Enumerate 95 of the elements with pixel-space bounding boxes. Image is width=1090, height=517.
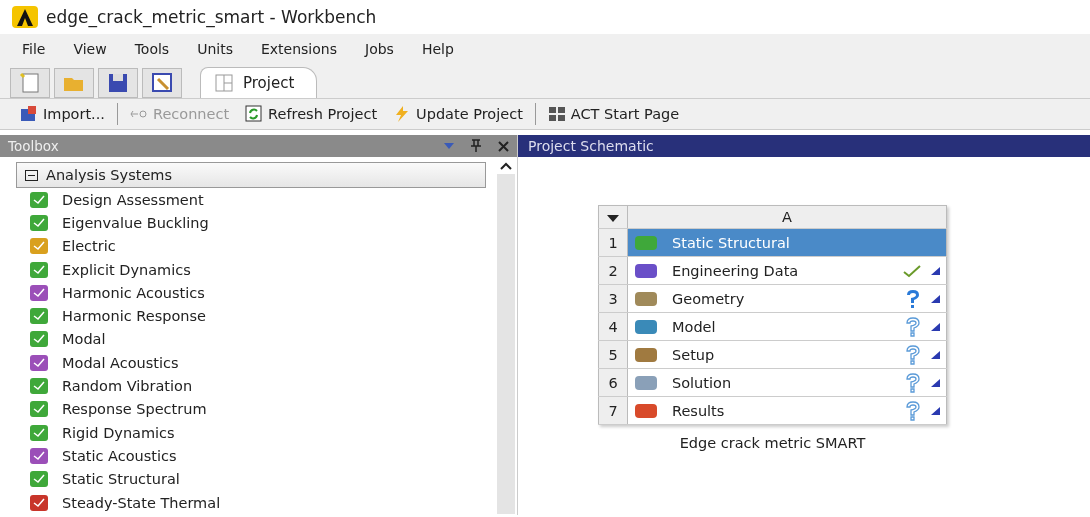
component-icon — [634, 317, 658, 336]
scrollbar[interactable] — [497, 174, 515, 514]
save-icon — [106, 71, 130, 95]
check-icon — [903, 263, 921, 278]
toolbox-item[interactable]: Eigenvalue Buckling — [16, 211, 487, 235]
item-label: Random Vibration — [62, 378, 193, 394]
item-label: Modal Acoustics — [62, 354, 179, 371]
component-icon — [634, 345, 658, 364]
toolbar-button[interactable]: ACT Start Page — [539, 105, 688, 123]
row-number: 1 — [598, 228, 628, 257]
toolbox-item[interactable]: Modal — [16, 327, 487, 352]
system-cell[interactable]: Model — [628, 313, 946, 340]
toolbox-item[interactable]: Static Acoustics — [16, 444, 487, 468]
corner-icon — [931, 294, 940, 303]
toolbar-button[interactable] — [142, 68, 182, 98]
row-number: 4 — [598, 312, 628, 341]
toolbox-item[interactable]: Modal Acoustics — [16, 351, 487, 375]
corner-icon — [931, 266, 940, 275]
component-icon — [634, 373, 658, 392]
row-number: 5 — [598, 340, 628, 369]
item-label: Electric — [62, 238, 116, 255]
item-label: Static Structural — [62, 471, 180, 488]
item-label: Rigid Dynamics — [62, 424, 175, 441]
window-title: edge_crack_metric_smart - Workbench — [46, 7, 377, 27]
collapse-icon — [25, 169, 38, 181]
row-number: 7 — [598, 396, 628, 425]
menu-item[interactable]: Tools — [134, 41, 185, 57]
pin-icon[interactable] — [470, 139, 482, 153]
component-icon — [634, 261, 658, 280]
toolbox-item[interactable]: Steady-State Thermal — [16, 490, 487, 515]
menu-item[interactable]: Help — [421, 41, 469, 57]
item-label: Static Acoustics — [62, 447, 177, 464]
toolbox-item[interactable]: Electric — [16, 234, 487, 258]
layout-icon — [215, 74, 233, 92]
close-icon[interactable] — [498, 140, 509, 152]
refresh-icon — [245, 105, 264, 123]
panel-title: Toolbox — [8, 138, 60, 154]
component-icon — [634, 401, 658, 420]
question-icon — [905, 288, 921, 309]
group-header[interactable]: Analysis Systems — [16, 162, 486, 188]
item-label: Response Spectrum — [62, 401, 207, 418]
question-icon — [905, 316, 921, 337]
row-number: 3 — [598, 284, 628, 313]
question-icon — [905, 372, 921, 393]
toolbox-item[interactable]: Rigid Dynamics — [16, 420, 487, 445]
question-icon — [905, 344, 921, 365]
item-label: Explicit Dynamics — [62, 261, 191, 278]
scroll-up-icon[interactable] — [500, 162, 512, 170]
project-tab[interactable]: Project — [200, 67, 318, 98]
corner-icon — [931, 350, 940, 359]
toolbar-button[interactable]: Refresh Project — [237, 105, 386, 123]
item-label: Modal — [62, 331, 106, 348]
toolbar-button[interactable] — [98, 68, 138, 98]
system-cell[interactable]: Static Structural — [628, 229, 946, 256]
toolbox-item[interactable]: Harmonic Response — [16, 304, 487, 328]
grid-icon — [547, 105, 566, 123]
system-cell[interactable]: Geometry — [628, 285, 946, 312]
system-cell[interactable]: Solution — [628, 369, 946, 396]
question-icon — [905, 400, 921, 421]
menu-item[interactable]: Extensions — [260, 41, 352, 57]
component-icon — [634, 233, 658, 252]
import-icon — [20, 105, 38, 123]
item-label: Eigenvalue Buckling — [62, 214, 209, 231]
toolbox-item[interactable]: Response Spectrum — [16, 397, 487, 421]
item-label: Harmonic Acoustics — [62, 284, 205, 301]
corner-icon — [931, 322, 940, 331]
item-label: Design Assessment — [62, 191, 204, 208]
toolbox-item[interactable]: Harmonic Acoustics — [16, 281, 487, 305]
corner-icon — [931, 406, 940, 415]
new-file-icon — [18, 71, 42, 95]
column-header: A — [627, 205, 947, 229]
toolbox-item[interactable]: Random Vibration — [16, 374, 487, 398]
menu-item[interactable]: File — [22, 41, 61, 57]
menu-item[interactable]: View — [73, 41, 122, 57]
menu-item[interactable]: Units — [197, 41, 248, 57]
corner-icon — [931, 378, 940, 387]
component-icon — [634, 289, 658, 308]
system-name: Edge crack metric SMART — [679, 435, 866, 451]
panel-title: Project Schematic — [528, 138, 654, 154]
system-cell[interactable]: Results — [628, 397, 946, 424]
toolbox-item[interactable]: Static Structural — [16, 467, 487, 491]
row-number: 2 — [598, 256, 628, 285]
item-label: Harmonic Response — [62, 308, 206, 325]
dropdown-icon[interactable] — [607, 215, 619, 222]
toolbox-item[interactable]: Explicit Dynamics — [16, 257, 487, 282]
toolbar-button[interactable]: Import... — [12, 105, 113, 123]
window-icon — [150, 71, 174, 95]
row-number: 6 — [598, 368, 628, 397]
system-cell[interactable]: Engineering Data — [628, 257, 946, 284]
toolbox-item[interactable]: Design Assessment — [16, 188, 487, 212]
toolbar-button[interactable]: Update Project — [385, 105, 531, 123]
menu-item[interactable]: Jobs — [365, 41, 409, 57]
app-logo — [12, 6, 38, 28]
item-label: Steady-State Thermal — [62, 494, 221, 511]
system-cell[interactable]: Setup — [628, 341, 946, 368]
